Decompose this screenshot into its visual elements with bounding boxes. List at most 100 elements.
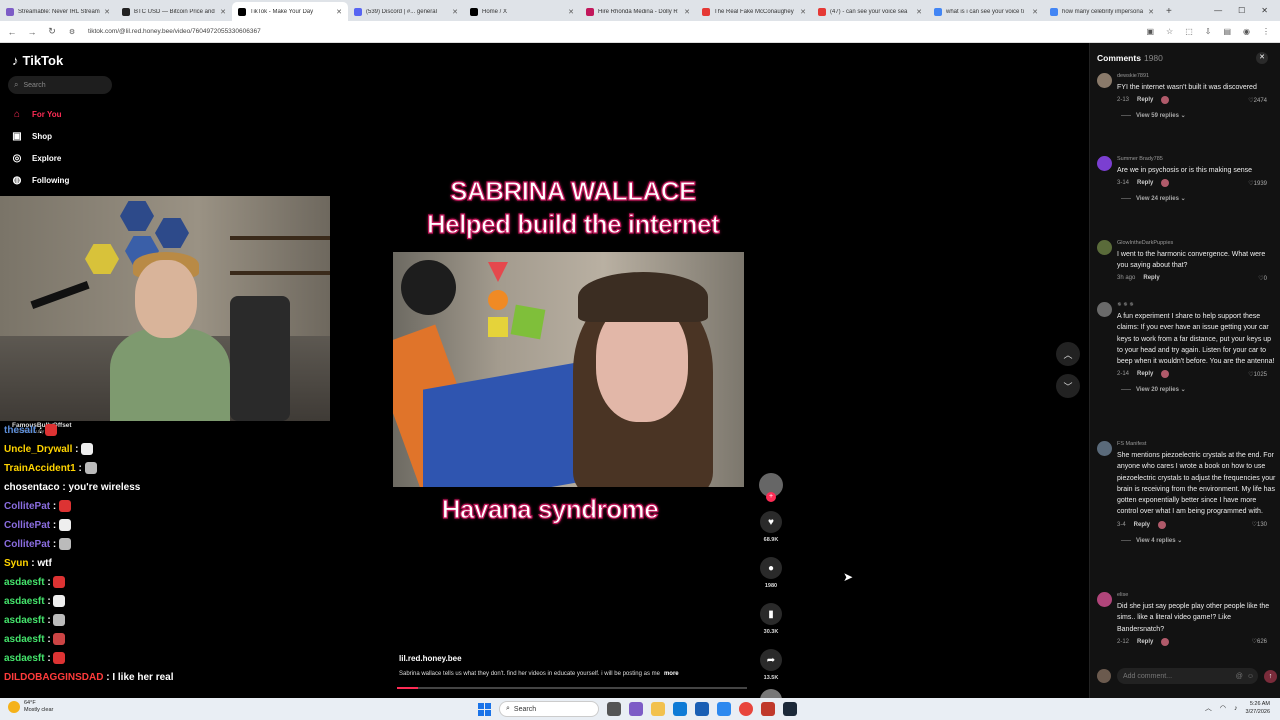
- tab-close-icon[interactable]: ✕: [568, 8, 574, 16]
- maximize-icon[interactable]: ☐: [1238, 6, 1245, 15]
- browser-tab[interactable]: how many celebrity impersona ✕: [1044, 2, 1160, 21]
- browser-tab[interactable]: Hire Rhonda Medina - Dolly R ✕: [580, 2, 696, 21]
- chat-username[interactable]: CollitePat: [4, 501, 50, 512]
- commenter-avatar[interactable]: [1097, 73, 1112, 88]
- save-button[interactable]: ▮: [760, 603, 782, 625]
- tray-chevron-icon[interactable]: ︿: [1205, 703, 1212, 713]
- emoji-icon[interactable]: ☺: [1247, 673, 1254, 680]
- reply-button[interactable]: Reply: [1137, 97, 1153, 103]
- back-icon[interactable]: ←: [4, 27, 20, 37]
- comment-username[interactable]: dewskie7891: [1117, 73, 1277, 79]
- chat-username[interactable]: thesalt: [4, 425, 36, 436]
- store-icon[interactable]: [695, 702, 709, 716]
- clock[interactable]: 5:26 AM 3/27/2026: [1246, 700, 1270, 716]
- sidebar-item-for-you[interactable]: ⌂ For You: [10, 103, 69, 125]
- view-replies-button[interactable]: View 4 replies ⌄: [1121, 537, 1277, 544]
- comment-like-button[interactable]: ♡130: [1252, 521, 1267, 528]
- downloads-icon[interactable]: ⇩: [1205, 27, 1212, 36]
- tab-close-icon[interactable]: ✕: [104, 8, 110, 16]
- mail-icon[interactable]: [717, 702, 731, 716]
- reply-button[interactable]: Reply: [1137, 180, 1153, 186]
- video-player[interactable]: [393, 252, 744, 487]
- commenter-avatar[interactable]: [1097, 302, 1112, 317]
- chat-username[interactable]: asdaesft: [4, 577, 45, 588]
- tab-close-icon[interactable]: ✕: [800, 8, 806, 16]
- browser-tab[interactable]: TikTok - Make Your Day ✕: [232, 2, 348, 21]
- sidebar-item-shop[interactable]: ▣ Shop: [10, 125, 69, 147]
- browser-tab[interactable]: (47) - can see your voice sea ✕: [812, 2, 928, 21]
- creator-avatar[interactable]: +: [759, 473, 783, 502]
- screenshot-icon[interactable]: ▣: [1146, 27, 1154, 36]
- reply-button[interactable]: Reply: [1143, 275, 1159, 281]
- more-link[interactable]: more: [664, 671, 679, 677]
- comment-username[interactable]: ✵ ✵ ✵: [1117, 302, 1277, 308]
- tab-close-icon[interactable]: ✕: [684, 8, 690, 16]
- close-window-icon[interactable]: ✕: [1261, 6, 1268, 15]
- mention-icon[interactable]: @: [1236, 673, 1243, 680]
- task-view-icon[interactable]: [607, 702, 621, 716]
- reply-button[interactable]: Reply: [1137, 371, 1153, 377]
- close-comments-button[interactable]: ✕: [1256, 52, 1268, 64]
- chrome-icon[interactable]: [739, 702, 753, 716]
- browser-tab[interactable]: Streamable: Never IRL Stream ✕: [0, 2, 116, 21]
- taskbar-search[interactable]: ⌕ Search: [499, 701, 599, 717]
- wifi-icon[interactable]: ◠: [1220, 704, 1226, 712]
- chat-username[interactable]: CollitePat: [4, 520, 50, 531]
- start-button[interactable]: [478, 702, 491, 716]
- volume-icon[interactable]: ♪: [1234, 705, 1238, 712]
- url-field[interactable]: tiktok.com/@lil.red.honey.bee/video/7604…: [88, 28, 1146, 35]
- comment-like-button[interactable]: ♡0: [1258, 275, 1267, 282]
- previous-video-button[interactable]: ︿: [1056, 342, 1080, 366]
- video-progress-bar[interactable]: [397, 687, 747, 689]
- next-video-button[interactable]: ﹀: [1056, 374, 1080, 398]
- tab-close-icon[interactable]: ✕: [1148, 8, 1154, 16]
- comment-username[interactable]: FS Manifest: [1117, 441, 1277, 447]
- chat-username[interactable]: TrainAccident1: [4, 463, 76, 474]
- browser-tab[interactable]: The Real Fake McConaughey ✕: [696, 2, 812, 21]
- tab-close-icon[interactable]: ✕: [916, 8, 922, 16]
- tab-close-icon[interactable]: ✕: [452, 8, 458, 16]
- chat-username[interactable]: CollitePat: [4, 539, 50, 550]
- tab-close-icon[interactable]: ✕: [336, 8, 342, 16]
- comment-username[interactable]: Summer Brady785: [1117, 156, 1277, 162]
- view-replies-button[interactable]: View 24 replies ⌄: [1121, 195, 1277, 202]
- search-input[interactable]: ⌕ Search: [8, 76, 112, 94]
- menu-icon[interactable]: ⋮: [1262, 27, 1270, 36]
- like-button[interactable]: ♥: [760, 511, 782, 533]
- reply-button[interactable]: Reply: [1137, 639, 1153, 645]
- follow-plus-icon[interactable]: +: [766, 492, 776, 502]
- comment-like-button[interactable]: ♡626: [1252, 638, 1267, 645]
- extensions-icon[interactable]: ⬚: [1185, 27, 1193, 36]
- reply-button[interactable]: Reply: [1134, 522, 1150, 528]
- comment-input[interactable]: Add comment... @ ☺: [1117, 668, 1258, 684]
- chat-username[interactable]: Syun: [4, 558, 28, 569]
- sidebar-item-explore[interactable]: ◎ Explore: [10, 147, 69, 169]
- commenter-avatar[interactable]: [1097, 240, 1112, 255]
- steam-icon[interactable]: [783, 702, 797, 716]
- forward-icon[interactable]: →: [24, 27, 40, 37]
- reload-icon[interactable]: ↻: [44, 26, 60, 37]
- chat-username[interactable]: asdaesft: [4, 596, 45, 607]
- browser-tab[interactable]: BTC USD — Bitcoin Price and ✕: [116, 2, 232, 21]
- video-author[interactable]: lil.red.honey.bee: [399, 654, 462, 663]
- send-button[interactable]: ↑: [1264, 669, 1277, 683]
- comment-username[interactable]: elise: [1117, 592, 1277, 598]
- tiktok-logo[interactable]: ♪ TikTok: [12, 53, 63, 68]
- chat-username[interactable]: Uncle_Drywall: [4, 444, 72, 455]
- site-info-icon[interactable]: ⚙: [64, 28, 80, 36]
- view-replies-button[interactable]: View 59 replies ⌄: [1121, 112, 1277, 119]
- profile-icon[interactable]: ◉: [1243, 27, 1250, 36]
- minimize-icon[interactable]: —: [1214, 6, 1222, 15]
- chat-username[interactable]: asdaesft: [4, 615, 45, 626]
- tab-close-icon[interactable]: ✕: [1032, 8, 1038, 16]
- edge-icon[interactable]: [673, 702, 687, 716]
- chat-username[interactable]: asdaesft: [4, 653, 45, 664]
- browser-tab[interactable]: Home / X ✕: [464, 2, 580, 21]
- chat-username[interactable]: chosentaco: [4, 482, 60, 493]
- browser-tab[interactable]: (539) Discord | #... general ✕: [348, 2, 464, 21]
- comment-like-button[interactable]: ♡1025: [1248, 371, 1267, 378]
- view-replies-button[interactable]: View 20 replies ⌄: [1121, 386, 1277, 393]
- comment-like-button[interactable]: ♡1939: [1248, 180, 1267, 187]
- share-button[interactable]: ➦: [760, 649, 782, 671]
- bookmark-star-icon[interactable]: ☆: [1166, 27, 1173, 36]
